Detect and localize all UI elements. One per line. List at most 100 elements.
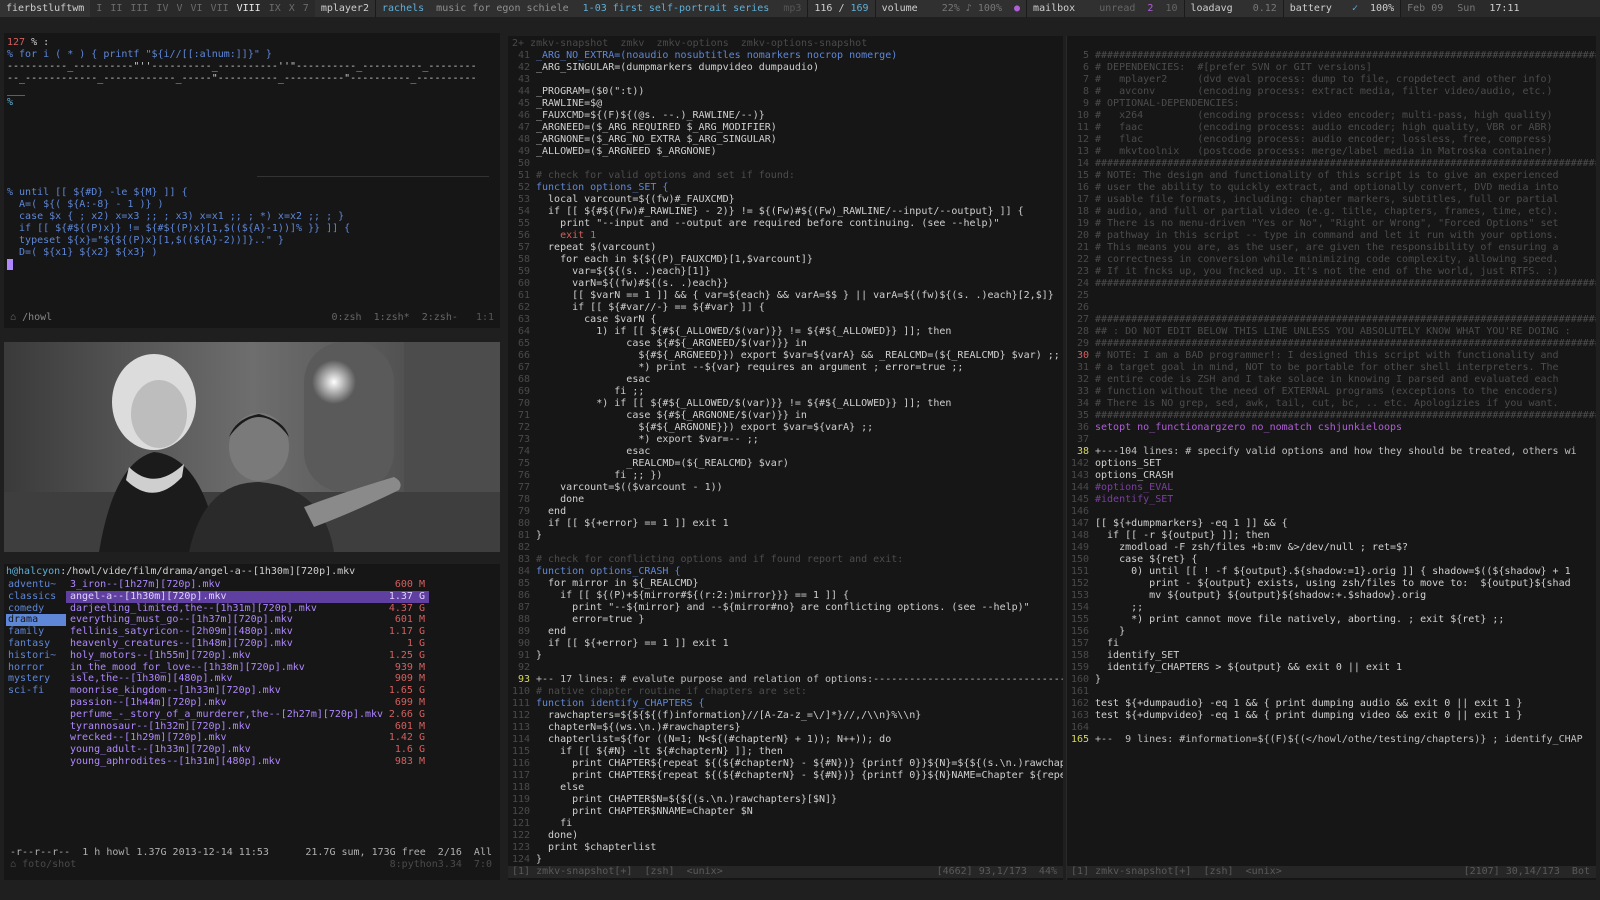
workspace-tag[interactable]: X bbox=[285, 0, 299, 17]
list-item[interactable]: horror in_the_mood_for_love--[1h38m][720p… bbox=[6, 662, 498, 674]
workspace-tag[interactable]: IX bbox=[265, 0, 285, 17]
code-line: 156 } bbox=[1067, 626, 1596, 638]
file-item[interactable]: holy_motors--[1h55m][720p].mkv 1.25 G bbox=[66, 650, 429, 662]
list-item[interactable]: young_adult--[1h33m][720p].mkv 1.6 G bbox=[6, 744, 498, 756]
editor-tabline[interactable]: 2+ zmkv-snapshot zmkv zmkv-options zmkv-… bbox=[508, 38, 1063, 50]
file-item[interactable]: passion--[1h44m][720p].mkv 699 M bbox=[66, 697, 429, 709]
list-item[interactable]: fantasy heavenly_creatures--[1h48m][720p]… bbox=[6, 638, 498, 650]
workspace-tag[interactable]: I bbox=[92, 0, 106, 17]
list-item[interactable]: family fellinis_satyricon--[2h09m][480p].… bbox=[6, 626, 498, 638]
line-text: _RAWLINE=$@ bbox=[536, 98, 603, 109]
list-item[interactable]: mystery isle,the--[1h30m][480p].mkv 909 M bbox=[6, 673, 498, 685]
category-item[interactable]: adventu~ bbox=[6, 579, 66, 591]
list-item[interactable]: comedy darjeeling_limited,the--[1h31m][72… bbox=[6, 603, 498, 615]
category-item[interactable]: mystery bbox=[6, 673, 66, 685]
file-item[interactable]: isle,the--[1h30m][480p].mkv 909 M bbox=[66, 673, 429, 685]
list-item[interactable]: tyrannosaur--[1h32m][720p].mkv 601 M bbox=[6, 721, 498, 733]
terminal-pane[interactable]: 127 % : % for i ( * ) { printf "${i//[[:… bbox=[4, 33, 500, 328]
line-text: print CHAPTER${repeat ${(${#chapterN} - … bbox=[536, 770, 1063, 781]
file-item[interactable]: young_adult--[1h33m][720p].mkv 1.6 G bbox=[66, 744, 429, 756]
line-text: +-- 9 lines: #information=${(F)${(</howl… bbox=[1095, 734, 1583, 745]
category-item[interactable]: fantasy bbox=[6, 638, 66, 650]
file-item[interactable]: wrecked--[1h29m][720p].mkv 1.42 G bbox=[66, 732, 429, 744]
code-line: 162 test ${+dumpaudio} -eq 1 && { print d… bbox=[1067, 698, 1596, 710]
editor-pane-right[interactable]: 5 #######################################… bbox=[1066, 36, 1596, 880]
editor-code[interactable]: 5 #######################################… bbox=[1067, 50, 1596, 746]
list-item[interactable]: histori~ holy_motors--[1h55m][720p].mkv 1.… bbox=[6, 650, 498, 662]
code-line: 70 *) if [[ ${#${_ALLOWED/$(var)}} != ${… bbox=[508, 398, 1063, 410]
code-line: 12 # flac (encoding process: audio encode… bbox=[1067, 134, 1596, 146]
terminal-tabs[interactable]: 0:zsh 1:zsh* 2:zsh- bbox=[331, 312, 457, 323]
line-text: if [[ ${#N} -lt ${#chapterN} ]]; then bbox=[536, 746, 783, 757]
list-item[interactable]: adventu~ 3_iron--[1h27m][720p].mkv 600 M bbox=[6, 579, 498, 591]
workspace-tag[interactable]: VIII bbox=[233, 0, 265, 17]
code-line: 152 print - ${output} exists, using zsh/… bbox=[1067, 578, 1596, 590]
line-number: 57 bbox=[517, 242, 530, 253]
volume-label: volume bbox=[881, 3, 918, 14]
file-item[interactable]: 3_iron--[1h27m][720p].mkv 600 M bbox=[66, 579, 429, 591]
line-text: # function without the need of EXTERNAL … bbox=[1095, 386, 1596, 397]
file-item[interactable]: angel-a--[1h30m][720p].mkv 1.37 G bbox=[66, 590, 429, 603]
file-item[interactable]: everything_must_go--[1h37m][720p].mkv 601… bbox=[66, 614, 429, 626]
editor-pane-left[interactable]: 2+ zmkv-snapshot zmkv zmkv-options zmkv-… bbox=[508, 36, 1063, 880]
file-manager-pane[interactable]: h@halcyon:/howl/vide/film/drama/angel-a-… bbox=[4, 564, 500, 880]
line-text: function identify_CHAPTERS { bbox=[536, 698, 705, 709]
line-number: 59 bbox=[517, 266, 530, 277]
code-line: 69 fi ;; bbox=[508, 386, 1063, 398]
file-item[interactable]: in_the_mood_for_love--[1h38m][720p].mkv 9… bbox=[66, 662, 429, 674]
workspace-tag[interactable]: IV bbox=[152, 0, 172, 17]
editor-code[interactable]: 41 _ARG_NO_EXTRA=(noaudio nosubtitles nom… bbox=[508, 50, 1063, 866]
workspace-tag[interactable]: VII bbox=[207, 0, 233, 17]
code-line: 92 bbox=[508, 662, 1063, 674]
line-text: for each in ${${(P)_FAUXCMD}[1,$varcount… bbox=[536, 254, 813, 265]
list-item[interactable]: wrecked--[1h29m][720p].mkv 1.42 G bbox=[6, 732, 498, 744]
list-item[interactable]: classics angel-a--[1h30m][720p].mkv 1.37 G bbox=[6, 590, 498, 603]
code-line: 11 # faac (encoding process: audio encode… bbox=[1067, 122, 1596, 134]
line-number: 69 bbox=[517, 386, 530, 397]
track-title: 1-03 first self-portrait series bbox=[582, 3, 770, 14]
code-line: 41 _ARG_NO_EXTRA=(noaudio nosubtitles nom… bbox=[508, 50, 1063, 62]
workspace-tag[interactable]: III bbox=[126, 0, 152, 17]
code-line: 122 done) bbox=[508, 830, 1063, 842]
workspace-tags: I II III IV V VI VII VIII IX X 7 bbox=[90, 0, 315, 17]
workspace-tag[interactable]: V bbox=[172, 0, 186, 17]
volume-indicator[interactable]: volume 22% ♪ 100% ● bbox=[875, 0, 1028, 17]
file-item[interactable]: darjeeling_limited,the--[1h31m][720p].mk… bbox=[66, 603, 429, 615]
list-item[interactable]: drama everything_must_go--[1h37m][720p].m… bbox=[6, 614, 498, 627]
category-item[interactable]: comedy bbox=[6, 603, 66, 615]
workspace-tag[interactable]: VI bbox=[187, 0, 207, 17]
line-number: 7 bbox=[1082, 74, 1089, 85]
file-item[interactable]: perfume_-_story_of_a_murderer,the--[2h27… bbox=[66, 709, 429, 721]
line-text: _ALLOWED=($_ARGNEED $_ARGNONE) bbox=[536, 146, 717, 157]
category-item[interactable]: horror bbox=[6, 662, 66, 674]
file-item[interactable]: heavenly_creatures--[1h48m][720p].mkv 1 G bbox=[66, 638, 429, 650]
code-line: 163 test ${+dumpvideo} -eq 1 && { print d… bbox=[1067, 710, 1596, 722]
file-item[interactable]: tyrannosaur--[1h32m][720p].mkv 601 M bbox=[66, 721, 429, 733]
file-item[interactable]: moonrise_kingdom--[1h33m][720p].mkv 1.65 … bbox=[66, 685, 429, 697]
line-text: # NOTE: The design and functionality of … bbox=[1095, 170, 1559, 181]
list-item[interactable]: perfume_-_story_of_a_murderer,the--[2h27… bbox=[6, 709, 498, 721]
file-item[interactable]: young_aphrodites--[1h31m][480p].mkv 983 M bbox=[66, 756, 429, 768]
category-item[interactable]: histori~ bbox=[6, 650, 66, 662]
category-item[interactable]: sci-fi bbox=[6, 685, 66, 697]
line-text: _ARG_NO_EXTRA=(noaudio nosubtitles nomar… bbox=[536, 50, 898, 61]
workspace-tag[interactable]: II bbox=[106, 0, 126, 17]
category-item[interactable]: classics bbox=[6, 591, 66, 603]
file-manager-status: -r--r--r-- 1 h howl 1.37G 2013-12-14 11:… bbox=[10, 847, 492, 859]
workspace-tag-extra: 7 bbox=[302, 3, 309, 14]
mailbox-indicator[interactable]: mailbox unread 2 10 bbox=[1027, 0, 1185, 17]
code-line: 91} bbox=[508, 650, 1063, 662]
file-item[interactable]: fellinis_satyricon--[2h09m][480p].mkv 1.1… bbox=[66, 626, 429, 638]
prompt-line: % bbox=[7, 97, 14, 108]
file-list[interactable]: adventu~ 3_iron--[1h27m][720p].mkv 600 Mcl… bbox=[6, 579, 498, 768]
category-item[interactable]: family bbox=[6, 626, 66, 638]
file-summary: 21.7G sum, 173G free 2/16 All bbox=[305, 847, 492, 858]
file-name: holy_motors--[1h55m][720p].mkv bbox=[70, 649, 251, 661]
terminal-status-bar: ⌂ /howl 0:zsh 1:zsh* 2:zsh- 1:1 bbox=[4, 312, 500, 324]
list-item[interactable]: sci-fi moonrise_kingdom--[1h33m][720p].mk… bbox=[6, 685, 498, 697]
loadavg-label: loadavg bbox=[1190, 3, 1233, 14]
now-playing[interactable]: rachels music for egon schiele 1-03 firs… bbox=[375, 0, 809, 17]
category-item[interactable]: drama bbox=[6, 614, 66, 627]
list-item[interactable]: young_aphrodites--[1h31m][480p].mkv 983 M bbox=[6, 756, 498, 768]
list-item[interactable]: passion--[1h44m][720p].mkv 699 M bbox=[6, 697, 498, 709]
